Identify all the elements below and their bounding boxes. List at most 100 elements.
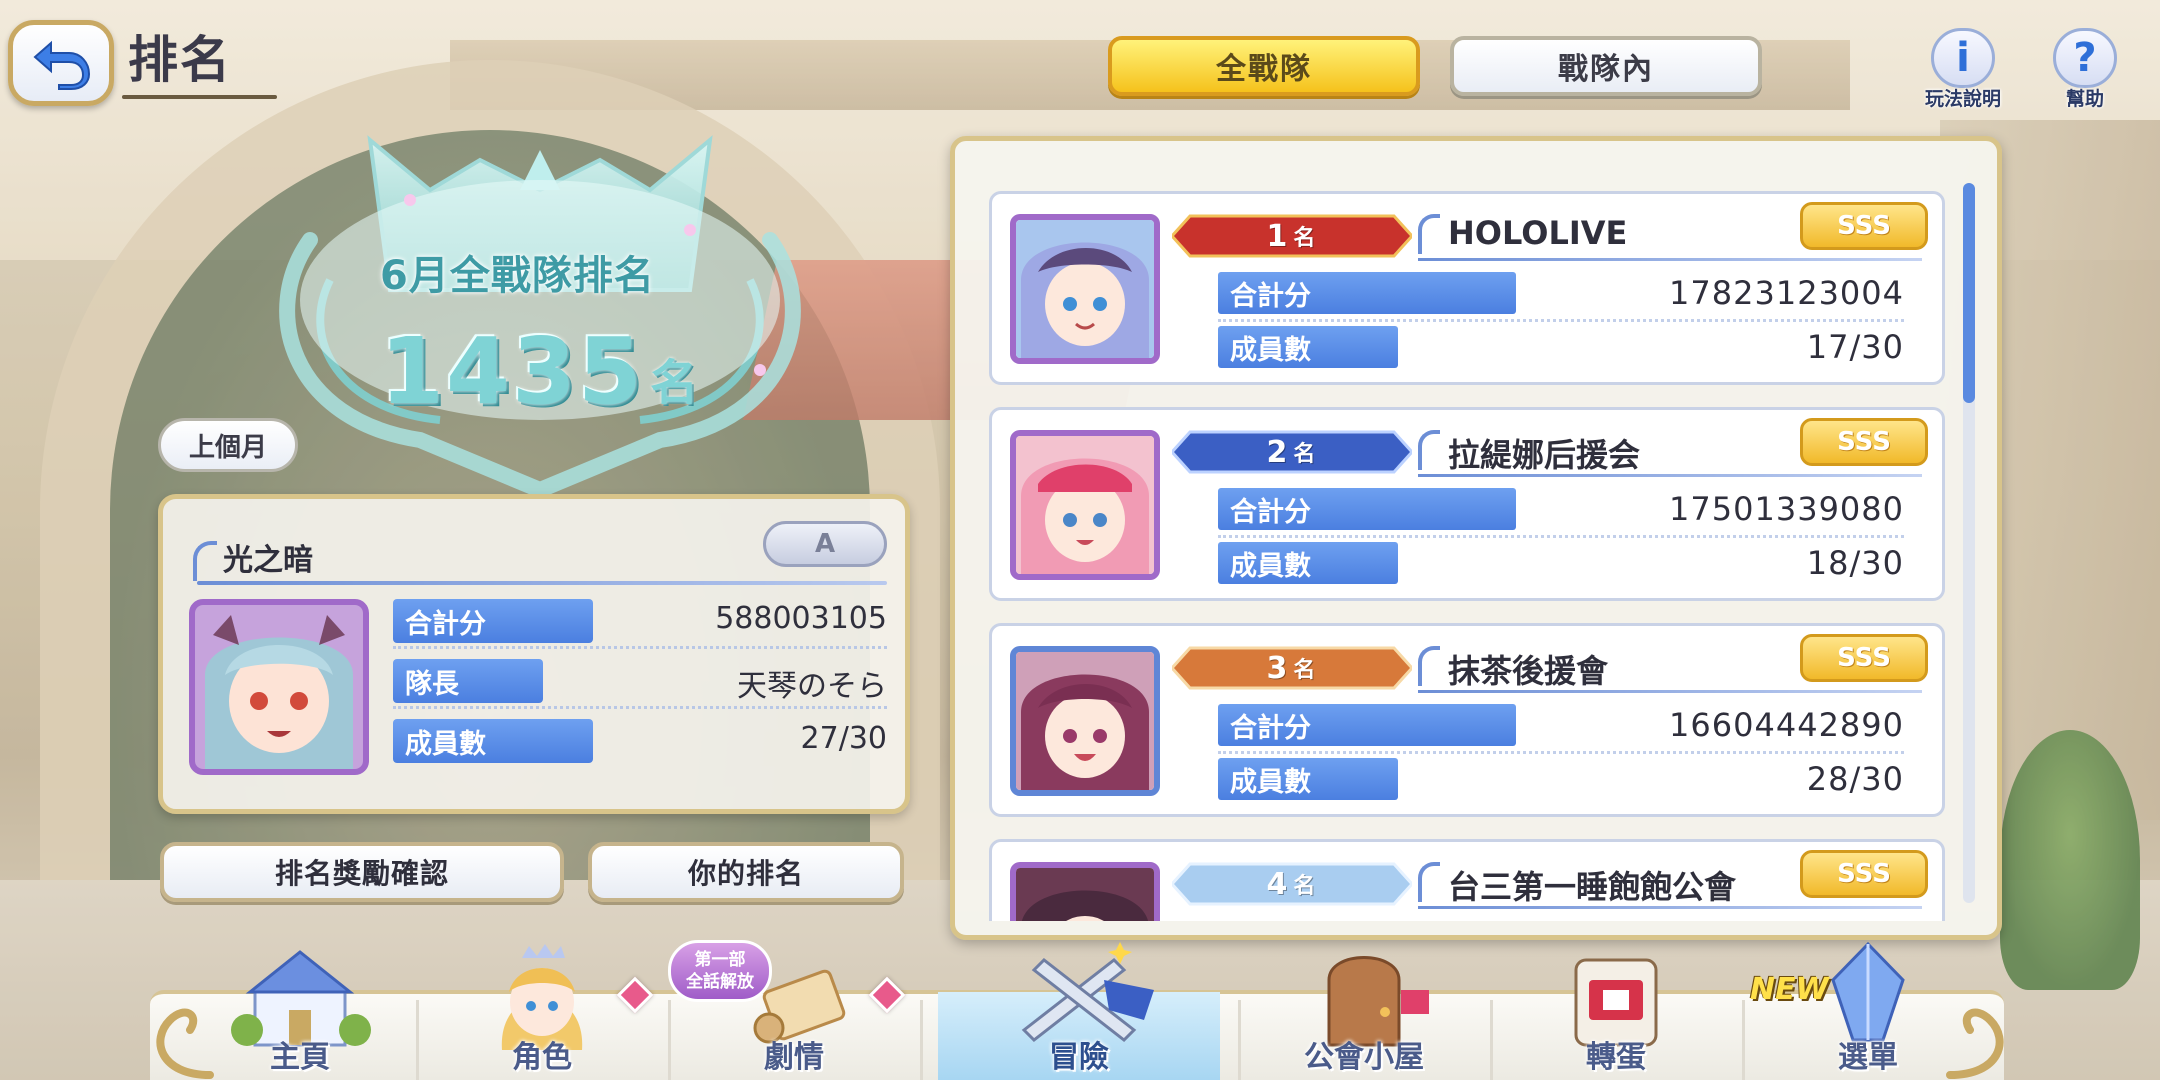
- rank-number: 2: [1266, 434, 1290, 470]
- title-underline: [122, 95, 277, 99]
- clan-name-hook: [193, 541, 217, 581]
- nav-menu[interactable]: 選單: [1748, 940, 1988, 1080]
- rank-emblem: [220, 120, 860, 500]
- nav-adventure-label: 冒險: [1049, 1040, 1109, 1075]
- ranking-entry[interactable]: 3名 抹茶後援會 SSS 合計分 16604442890 成員數 28/30: [989, 623, 1945, 817]
- total-score-label: 合計分: [1218, 272, 1516, 314]
- new-badge: NEW: [1750, 972, 1829, 1007]
- name-hook: [1418, 862, 1440, 902]
- rank-ribbon: 1名: [1172, 212, 1412, 260]
- rank-ribbon: 3名: [1172, 644, 1412, 692]
- nav-separator: [1238, 1000, 1241, 1080]
- nav-menu-label: 選單: [1838, 1040, 1898, 1075]
- nav-gacha[interactable]: 轉蛋: [1496, 940, 1736, 1080]
- ranking-list[interactable]: 1名 HOLOLIVE SSS 合計分 17823123004 成員數 17/3…: [989, 191, 1945, 921]
- how-to-play-button[interactable]: i 玩法說明: [1922, 28, 2004, 114]
- story-badge-line1: 第一部: [694, 950, 746, 970]
- total-score-value: 17823123004: [1669, 274, 1904, 312]
- month-ranking-title: 6月全戰隊排名: [380, 253, 655, 299]
- ranking-reward-button[interactable]: 排名獎勵確認: [160, 842, 564, 902]
- row-divider: [1218, 751, 1904, 754]
- info-icon: i: [1931, 28, 1995, 88]
- members-label: 成員數: [1218, 326, 1398, 368]
- total-score-label: 合計分: [393, 599, 593, 643]
- clan-grade-badge: SSS: [1800, 418, 1928, 466]
- ribbon-icon: [1172, 214, 1412, 258]
- clan-name-underline: [197, 581, 887, 585]
- members-value: 27/30: [800, 721, 887, 756]
- leader-label: 隊長: [393, 659, 543, 703]
- tab-all-clans[interactable]: 全戰隊: [1108, 36, 1420, 96]
- clan-grade-badge: SSS: [1800, 202, 1928, 250]
- your-rank-button[interactable]: 你的排名: [588, 842, 904, 902]
- name-underline: [1418, 474, 1922, 477]
- total-score-label: 合計分: [1218, 488, 1516, 530]
- rank-unit: 名: [1293, 658, 1318, 683]
- back-arrow-icon: [33, 40, 91, 90]
- story-unlocked-badge: 第一部 全話解放: [668, 940, 772, 1002]
- nav-story-label: 劇情: [764, 1040, 824, 1075]
- clan-name: 抹茶後援會: [1448, 652, 1609, 690]
- members-row: 成員數 28/30: [1218, 758, 1922, 802]
- name-hook: [1418, 214, 1440, 254]
- leader-avatar-image: [1016, 436, 1154, 574]
- nav-adventure[interactable]: 冒險: [938, 940, 1220, 1080]
- ranking-panel[interactable]: 1名 HOLOLIVE SSS 合計分 17823123004 成員數 17/3…: [950, 136, 2002, 940]
- clan-name: HOLOLIVE: [1448, 214, 1628, 252]
- total-score-value: 16604442890: [1669, 706, 1904, 744]
- nav-character-label: 角色: [512, 1040, 572, 1075]
- row-divider: [1218, 319, 1904, 322]
- help-button[interactable]: ? 幫助: [2044, 28, 2126, 114]
- rank-unit: 名: [1293, 442, 1318, 467]
- total-score-label: 合計分: [1218, 704, 1516, 746]
- clan-grade-badge: SSS: [1800, 850, 1928, 898]
- laurel-crest-icon: [279, 135, 801, 499]
- clan-name: 台三第一睡飽飽公會: [1448, 868, 1737, 906]
- rank-number: 3: [1266, 650, 1290, 686]
- leader-avatar-image: [1016, 652, 1154, 790]
- my-clan-name: 光之暗: [223, 543, 313, 578]
- name-hook: [1418, 430, 1440, 470]
- ranking-scrollbar[interactable]: [1963, 183, 1975, 903]
- members-label: 成員數: [393, 719, 593, 763]
- ranking-entry[interactable]: 2名 拉緹娜后援会 SSS 合計分 17501339080 成員數 18/30: [989, 407, 1945, 601]
- page-title: 排名: [128, 31, 232, 89]
- scrollbar-thumb[interactable]: [1963, 183, 1975, 403]
- members-value: 17/30: [1806, 328, 1904, 366]
- members-value: 28/30: [1806, 760, 1904, 798]
- row-divider: [393, 706, 887, 709]
- leader-value: 天琴のそら: [737, 669, 887, 704]
- total-score-row: 合計分 16604442890: [1218, 704, 1922, 754]
- total-score-row: 合計分 17823123004: [1218, 272, 1922, 322]
- question-mark-icon: ?: [2053, 28, 2117, 88]
- my-clan-card: 光之暗 A 合計分 588003105 隊長 天琴のそら 成員數 27/30: [158, 494, 910, 814]
- members-row: 成員數 18/30: [1218, 542, 1922, 586]
- clan-name: 拉緹娜后援会: [1448, 436, 1641, 474]
- clan-leader-portrait: [189, 599, 369, 775]
- ranking-entry[interactable]: 1名 HOLOLIVE SSS 合計分 17823123004 成員數 17/3…: [989, 191, 1945, 385]
- leader-avatar-image: [195, 605, 363, 769]
- nav-separator: [1490, 1000, 1493, 1080]
- nav-gacha-label: 轉蛋: [1586, 1040, 1646, 1075]
- nav-guild-house[interactable]: 公會小屋: [1244, 940, 1484, 1080]
- current-rank-unit: 名: [650, 355, 699, 411]
- tab-within-clan[interactable]: 戰隊內: [1450, 36, 1762, 96]
- back-button[interactable]: [8, 20, 114, 106]
- previous-month-button[interactable]: 上個月: [158, 418, 298, 472]
- row-divider: [1218, 535, 1904, 538]
- members-row: 成員數 17/30: [1218, 326, 1922, 370]
- nav-character[interactable]: 角色: [422, 940, 662, 1080]
- help-label: 幫助: [2065, 88, 2104, 110]
- nav-separator: [1742, 1000, 1745, 1080]
- nav-separator: [668, 1000, 671, 1080]
- nav-home[interactable]: 主頁: [180, 940, 420, 1080]
- clan-leader-portrait: [1010, 862, 1160, 921]
- clan-total-score-row: 合計分 588003105: [393, 599, 887, 649]
- rank-number: 4: [1266, 866, 1290, 902]
- ranking-entry[interactable]: 4名 台三第一睡飽飽公會 SSS: [989, 839, 1945, 921]
- nav-separator: [920, 1000, 923, 1080]
- clan-leader-row: 隊長 天琴のそら: [393, 659, 887, 709]
- clan-members-row: 成員數 27/30: [393, 719, 887, 763]
- name-underline: [1418, 690, 1922, 693]
- rank-ribbon: 4名: [1172, 860, 1412, 908]
